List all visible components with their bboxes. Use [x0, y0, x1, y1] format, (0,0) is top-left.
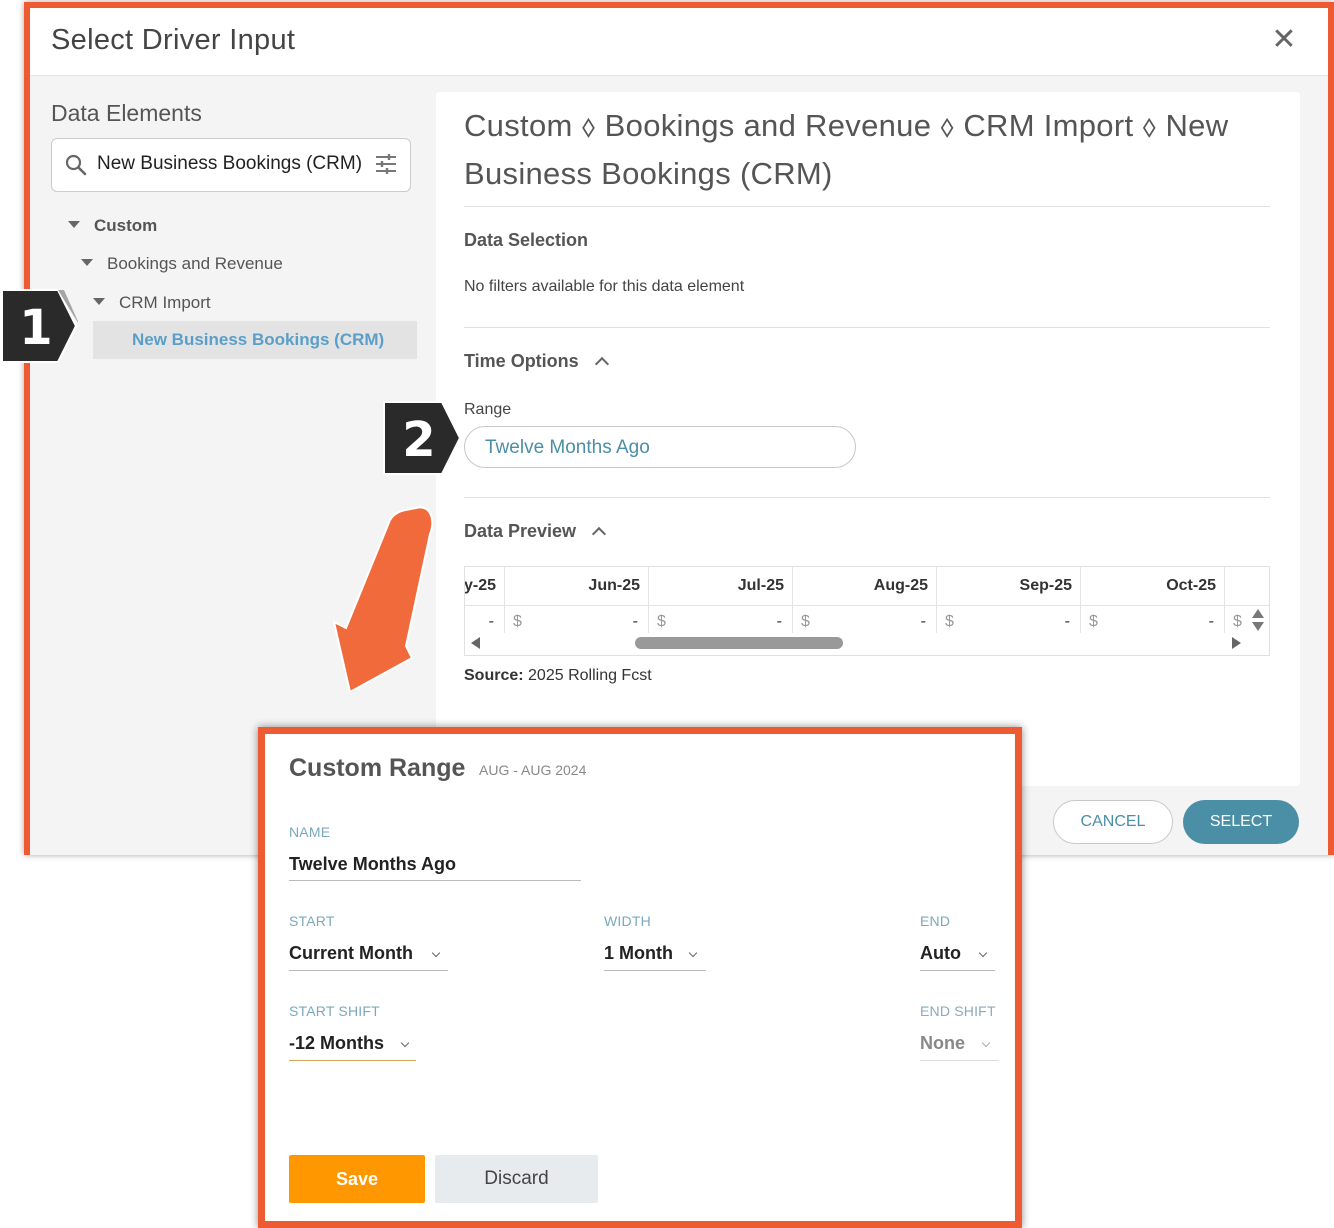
- breadcrumb: Custom ⬨ Bookings and Revenue ⬨ CRM Impo…: [464, 108, 1229, 191]
- start-shift-underline: [289, 1060, 416, 1061]
- source-value: 2025 Rolling Fcst: [528, 667, 652, 684]
- end-underline: [920, 970, 995, 971]
- chevron-down-icon[interactable]: [431, 948, 441, 958]
- preview-column: Jun-25 $ -: [505, 567, 649, 633]
- callout-number: 2: [402, 412, 435, 468]
- tree-item-bookings-and-revenue[interactable]: Bookings and Revenue: [81, 254, 283, 274]
- start-shift-select[interactable]: -12 Months: [289, 1033, 384, 1054]
- spinner-arrows-icon[interactable]: [1251, 607, 1265, 633]
- save-button[interactable]: Save: [289, 1155, 425, 1203]
- caret-down-icon[interactable]: [68, 221, 80, 228]
- divider: [464, 206, 1270, 207]
- divider: [464, 497, 1270, 498]
- tree-item-crm-import[interactable]: CRM Import: [93, 293, 211, 313]
- callout-badge-1: 1: [1, 289, 78, 363]
- arrow-down-left-icon: [332, 506, 434, 694]
- column-header: Jun-25: [588, 577, 640, 594]
- callout-badge-2: 2: [383, 401, 462, 475]
- name-field[interactable]: Twelve Months Ago: [289, 854, 456, 875]
- currency-symbol: $: [1089, 613, 1098, 630]
- cell-value: -: [488, 613, 494, 630]
- cell-value: -: [632, 613, 638, 630]
- preview-column: y-25 -: [464, 567, 505, 633]
- chevron-down-icon[interactable]: [400, 1038, 410, 1048]
- discard-button[interactable]: Discard: [435, 1155, 598, 1203]
- custom-range-subtitle: AUG - AUG 2024: [479, 762, 587, 778]
- filter-sliders-icon[interactable]: [374, 152, 398, 176]
- range-select[interactable]: Twelve Months Ago: [464, 426, 856, 468]
- preview-column: Sep-25 $ -: [937, 567, 1081, 633]
- currency-symbol: $: [801, 613, 810, 630]
- start-select[interactable]: Current Month: [289, 943, 413, 964]
- range-label: Range: [464, 401, 512, 418]
- chevron-up-icon: [594, 356, 609, 372]
- end-shift-select[interactable]: None: [920, 1033, 965, 1054]
- end-label: END: [920, 913, 951, 929]
- chevron-down-icon[interactable]: [981, 1038, 991, 1048]
- custom-range-dialog: Custom Range AUG - AUG 2024 NAME Twelve …: [258, 727, 1022, 1228]
- cancel-button[interactable]: CANCEL: [1053, 800, 1173, 844]
- close-icon[interactable]: ✕: [1270, 25, 1298, 55]
- start-underline: [289, 970, 448, 971]
- width-underline: [604, 970, 706, 971]
- chevron-down-icon[interactable]: [978, 948, 988, 958]
- search-icon: [65, 154, 87, 176]
- currency-symbol: $: [513, 613, 522, 630]
- column-header: y-25: [464, 577, 496, 594]
- name-label: NAME: [289, 824, 331, 840]
- detail-panel: Custom ⬨ Bookings and Revenue ⬨ CRM Impo…: [436, 92, 1300, 786]
- custom-range-title: Custom Range: [289, 754, 466, 782]
- end-select[interactable]: Auto: [920, 943, 961, 964]
- width-select[interactable]: 1 Month: [604, 943, 673, 964]
- source-label: Source:: [464, 667, 524, 684]
- tree-item-custom[interactable]: Custom: [68, 216, 157, 236]
- column-header: Jul-25: [737, 577, 784, 594]
- column-header: Oct-25: [1166, 577, 1216, 594]
- caret-down-icon[interactable]: [93, 298, 105, 305]
- preview-column: Oct-25 $ -: [1081, 567, 1225, 633]
- search-value: New Business Bookings (CRM): [97, 153, 363, 174]
- callout-number: 1: [19, 300, 52, 356]
- scroll-right-icon[interactable]: [1232, 637, 1241, 649]
- cell-value: -: [1064, 613, 1070, 630]
- dialog-title: Select Driver Input: [51, 24, 296, 56]
- time-options-toggle[interactable]: Time Options: [464, 351, 609, 372]
- scroll-left-icon[interactable]: [471, 637, 480, 649]
- data-preview-toggle[interactable]: Data Preview: [464, 521, 607, 542]
- no-filters-text: No filters available for this data eleme…: [464, 278, 745, 295]
- column-header: Sep-25: [1019, 577, 1072, 594]
- tree-item-new-business-bookings[interactable]: New Business Bookings (CRM): [93, 321, 417, 359]
- end-shift-label: END SHIFT: [920, 1003, 996, 1019]
- chevron-up-icon: [591, 526, 607, 542]
- name-underline: [289, 880, 581, 881]
- data-elements-title: Data Elements: [51, 100, 202, 126]
- preview-column: Aug-25 $ -: [793, 567, 937, 633]
- caret-down-icon[interactable]: [81, 259, 93, 266]
- data-preview-table[interactable]: y-25 - Jun-25 $ - Jul-25 $ - Aug-25 $ -: [464, 566, 1270, 656]
- divider: [464, 327, 1270, 328]
- end-shift-underline: [920, 1060, 999, 1061]
- dialog-header: Select Driver Input ✕: [30, 8, 1328, 76]
- currency-symbol: $: [657, 613, 666, 630]
- cell-value: -: [1208, 613, 1214, 630]
- preview-column: Jul-25 $ -: [649, 567, 793, 633]
- chevron-down-icon[interactable]: [688, 948, 698, 958]
- select-button[interactable]: SELECT: [1183, 800, 1299, 844]
- start-shift-label: START SHIFT: [289, 1003, 380, 1019]
- currency-symbol: $: [945, 613, 954, 630]
- cell-value: -: [920, 613, 926, 630]
- start-label: START: [289, 913, 335, 929]
- data-selection-title: Data Selection: [464, 230, 589, 250]
- column-header: Aug-25: [873, 577, 928, 594]
- search-input[interactable]: New Business Bookings (CRM): [51, 138, 411, 192]
- source-line: Source: 2025 Rolling Fcst: [464, 667, 652, 685]
- currency-symbol: $: [1233, 613, 1242, 630]
- cell-value: -: [776, 613, 782, 630]
- horizontal-scrollbar-thumb[interactable]: [635, 637, 843, 649]
- width-label: WIDTH: [604, 913, 651, 929]
